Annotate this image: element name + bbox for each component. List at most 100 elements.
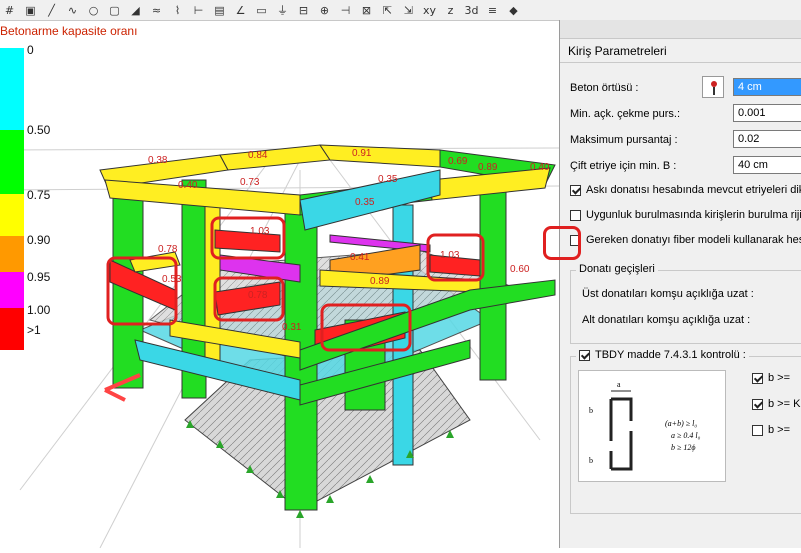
ratio-label: 0.41	[350, 252, 370, 263]
ratio-label: 0.91	[352, 148, 372, 159]
ratio-label: 0.35	[378, 174, 398, 185]
axis-xy-icon[interactable]: xy	[420, 2, 439, 19]
legend-segment-yellow	[0, 194, 24, 236]
angle-icon[interactable]: ∠	[231, 2, 250, 19]
view-3d-icon[interactable]: 3d	[462, 2, 481, 19]
structure-3d-view: 0.38 0.84 0.91 0.69 0.89 0.40 0.73 0.40 …	[0, 144, 561, 549]
tbdy-check-label: TBDY madde 7.4.3.1 kontrolü :	[595, 349, 746, 361]
chart-icon[interactable]: ▤	[210, 2, 229, 19]
column	[479, 179, 507, 381]
legend-title: Betonarme kapasite oranı	[0, 24, 138, 38]
double-stirrup-min-label: Çift etriye için min. B :	[570, 160, 677, 172]
layers-icon[interactable]: ≡	[483, 2, 502, 19]
legend-segment-cyan	[0, 48, 24, 130]
rectangle-icon[interactable]: ▢	[105, 2, 124, 19]
legend-label: 1.00	[27, 303, 51, 317]
legend-segment-green	[0, 130, 24, 194]
axis-z-icon[interactable]: z	[441, 2, 460, 19]
ratio-label: 0.69	[448, 156, 468, 167]
tbdy-option-3[interactable]: b >=	[752, 424, 790, 436]
grid-icon[interactable]: #	[0, 2, 19, 19]
ratio-label: 0.60	[510, 264, 530, 275]
legend-segment-orange	[0, 236, 24, 272]
tbdy-option-1-label: b >=	[768, 372, 791, 384]
tbdy-option-3-label: b >=	[768, 424, 791, 436]
node-icon[interactable]: ⊕	[315, 2, 334, 19]
circle-icon[interactable]: ○	[84, 2, 103, 19]
legend-segment-magenta	[0, 272, 24, 308]
ratio-label: 0.40	[530, 162, 550, 173]
fiber-model-option[interactable]: Gereken donatıyı fiber modeli kullanarak…	[570, 234, 801, 246]
align-icon[interactable]: ⊣	[336, 2, 355, 19]
hanger-reinforcement-option[interactable]: Askı donatısı hesabında mevcut etriyeler…	[570, 184, 801, 196]
spring-icon[interactable]: ⌇	[168, 2, 187, 19]
legend-label: 0.50	[27, 123, 51, 137]
torsion-stiffness-label: Uygunluk burulmasında kirişlerin burulma…	[586, 209, 801, 221]
ratio-label: 0.73	[240, 177, 260, 188]
arrow-icon[interactable]: ⇱	[378, 2, 397, 19]
max-ratio-input[interactable]: 0.02	[733, 130, 801, 148]
pin-icon[interactable]	[702, 76, 724, 98]
hatch-icon[interactable]: ◢	[126, 2, 145, 19]
ratio-label: 0.78	[248, 290, 268, 301]
legend-label: 0.75	[27, 188, 51, 202]
ratio-label: 1.03	[250, 226, 270, 237]
extend-bottom-bars-label: Alt donatıları komşu açıklığa uzat :	[582, 314, 751, 326]
model-viewport[interactable]: 0.38 0.84 0.91 0.69 0.89 0.40 0.73 0.40 …	[0, 20, 561, 549]
extend-top-bars-label: Üst donatıları komşu açıklığa uzat :	[582, 288, 754, 300]
dialog-toolbar	[560, 20, 801, 39]
formula-line: b ≥ 12ϕ	[671, 443, 696, 452]
rebar-lap-diagram: a b b (a+b) ≥ l₀ a ≥ 0.4 l₀ b ≥ 12ϕ	[578, 370, 726, 482]
ratio-label: 0.53	[162, 274, 182, 285]
ratio-label: 1.03	[440, 250, 460, 261]
concrete-cover-input[interactable]: 4 cm	[733, 78, 801, 96]
tbdy-check-option[interactable]: TBDY madde 7.4.3.1 kontrolü :	[576, 349, 749, 361]
hanger-reinforcement-label: Askı donatısı hesabında mevcut etriyeler…	[586, 184, 801, 196]
legend-segment-red	[0, 308, 24, 350]
move-icon[interactable]: ⇲	[399, 2, 418, 19]
legend-label: 0	[27, 43, 34, 57]
select-icon[interactable]: ⊠	[357, 2, 376, 19]
torsion-stiffness-option[interactable]: Uygunluk burulmasında kirişlerin burulma…	[570, 209, 801, 221]
top-toolbar: # ▣ ╱ ∿ ○ ▢ ◢ ≈ ⌇ ⊢ ▤ ∠ ▭ ⏚ ⊟ ⊕ ⊣ ⊠ ⇱ ⇲ …	[0, 0, 801, 21]
legend-label: >1	[27, 323, 41, 337]
ratio-label: 0.78	[158, 244, 178, 255]
torsion-stiffness-checkbox[interactable]	[570, 209, 581, 221]
ratio-label: 0.84	[248, 150, 268, 161]
view-icon[interactable]: ⊟	[294, 2, 313, 19]
dialog-title: Kiriş Parametreleri	[568, 44, 667, 58]
tbdy-option-2-label: b >= K	[768, 398, 801, 410]
tbdy-check-checkbox[interactable]	[579, 349, 590, 361]
fill-icon[interactable]: ◆	[504, 2, 523, 19]
ratio-label: 0.38	[148, 155, 168, 166]
ratio-label: 0.35	[355, 197, 375, 208]
ratio-label: 0.40	[178, 180, 198, 191]
reinforcement-continuation-group	[570, 270, 801, 344]
dim-a-label: a	[617, 380, 621, 389]
double-stirrup-min-input[interactable]: 40 cm	[733, 156, 801, 174]
elevation-icon[interactable]: ⏚	[273, 2, 292, 19]
ratio-label: 0.89	[370, 276, 390, 287]
beam-parameters-dialog: Kiriş Parametreleri Beton örtüsü : 4 cm …	[543, 20, 801, 548]
tbdy-option-3-checkbox[interactable]	[752, 424, 763, 436]
max-ratio-label: Maksimum pursantaj :	[570, 134, 678, 146]
line-icon[interactable]: ╱	[42, 2, 61, 19]
min-tension-ratio-label: Min. açk. çekme purs.:	[570, 108, 681, 120]
dimension-icon[interactable]: ⊢	[189, 2, 208, 19]
tbdy-option-2-checkbox[interactable]	[752, 398, 763, 410]
tbdy-option-1[interactable]: b >=	[752, 372, 790, 384]
hanger-reinforcement-checkbox[interactable]	[570, 184, 581, 196]
dim-b-label-lower: b	[589, 456, 593, 465]
measure-icon[interactable]: ▭	[252, 2, 271, 19]
fiber-model-highlight	[543, 226, 581, 260]
curve-icon[interactable]: ∿	[63, 2, 82, 19]
tbdy-option-2[interactable]: b >= K	[752, 398, 800, 410]
min-tension-ratio-input[interactable]: 0.001	[733, 104, 801, 122]
beam	[214, 229, 281, 253]
wave-icon[interactable]: ≈	[147, 2, 166, 19]
tbdy-option-1-checkbox[interactable]	[752, 372, 763, 384]
image-icon[interactable]: ▣	[21, 2, 40, 19]
divider	[560, 62, 801, 63]
ratio-label: 0.31	[282, 322, 302, 333]
concrete-cover-label: Beton örtüsü :	[570, 82, 639, 94]
